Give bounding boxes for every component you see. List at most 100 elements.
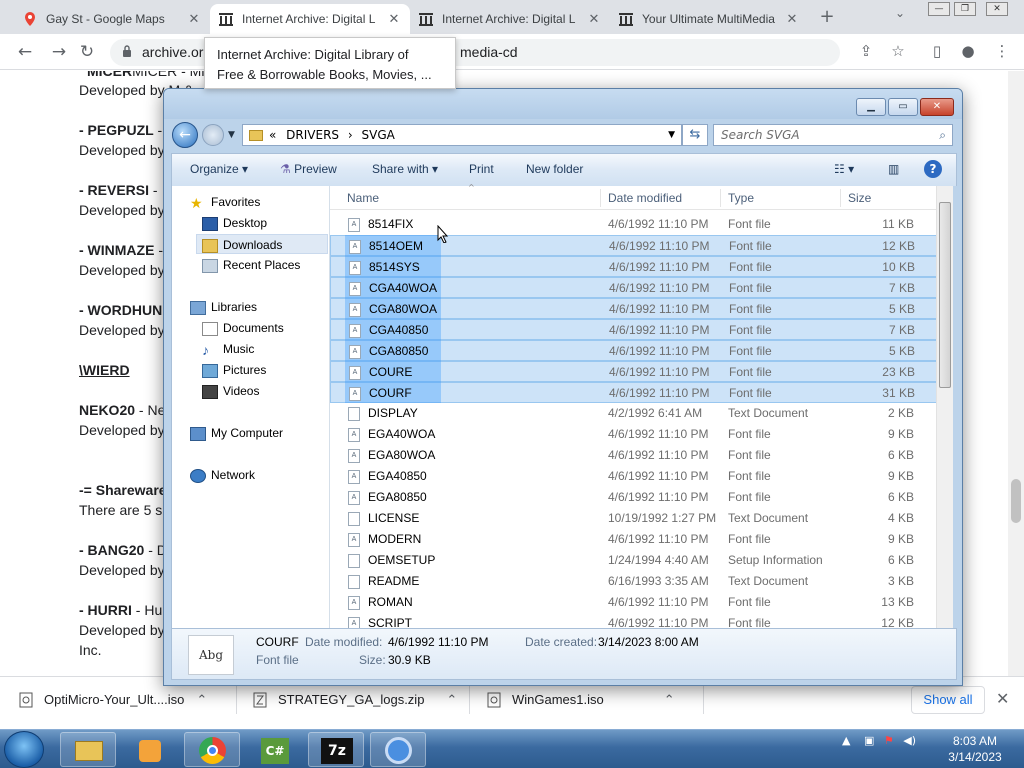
explorer-caption-bar[interactable]: ▁ ▭ ✕: [164, 89, 962, 119]
nav-recent-places[interactable]: Recent Places: [202, 255, 300, 275]
volume-icon[interactable]: ◀): [903, 734, 916, 747]
taskbar-chrome-2-button[interactable]: [370, 732, 426, 767]
print-button[interactable]: Print: [469, 162, 494, 176]
file-row[interactable]: A CGA80850 4/6/1992 11:10 PM Font file 5 KB: [330, 340, 938, 361]
nav-network[interactable]: Network: [190, 465, 255, 485]
tab-close-icon[interactable]: ✕: [386, 11, 402, 27]
explorer-minimize-button[interactable]: ▁: [856, 98, 886, 116]
file-row[interactable]: A EGA80WOA 4/6/1992 11:10 PM Font file 6 KB: [330, 445, 938, 466]
share-with-button[interactable]: Share with ▾: [372, 162, 438, 176]
tab-internet-archive-2[interactable]: Internet Archive: Digital L ✕: [410, 4, 610, 34]
chevron-up-icon[interactable]: ⌃: [664, 692, 675, 708]
file-row[interactable]: A COURF 4/6/1992 11:10 PM Font file 31 KB: [330, 382, 938, 403]
preview-button[interactable]: ⚗ Preview: [280, 162, 337, 176]
explorer-close-button[interactable]: ✕: [920, 98, 954, 116]
file-row[interactable]: A 8514FIX 4/6/1992 11:10 PM Font file 11 KB: [330, 214, 938, 235]
file-row[interactable]: A ROMAN 4/6/1992 11:10 PM Font file 13 KB: [330, 592, 938, 613]
tab-google-maps[interactable]: Gay St - Google Maps ✕: [14, 4, 210, 34]
file-row[interactable]: A EGA80850 4/6/1992 11:10 PM Font file 6 KB: [330, 487, 938, 508]
forward-arrow-icon[interactable]: →: [48, 42, 70, 62]
history-dropdown-icon[interactable]: ▼: [228, 130, 235, 140]
action-center-icon[interactable]: ⚑: [884, 734, 894, 747]
taskbar-chrome-button[interactable]: [184, 732, 240, 767]
preview-pane-icon[interactable]: ▥: [888, 162, 899, 176]
tab-close-icon[interactable]: ✕: [586, 11, 602, 27]
close-downloads-icon[interactable]: ✕: [996, 689, 1009, 708]
taskbar-csharp-button[interactable]: C#: [246, 732, 302, 767]
nav-videos[interactable]: Videos: [202, 381, 259, 401]
file-row[interactable]: A MODERN 4/6/1992 11:10 PM Font file 9 KB: [330, 529, 938, 550]
side-panel-icon[interactable]: ▯: [927, 42, 947, 60]
file-row[interactable]: OEMSETUP 1/24/1994 4:40 AM Setup Informati…: [330, 550, 938, 571]
tab-close-icon[interactable]: ✕: [186, 11, 202, 27]
new-folder-button[interactable]: New folder: [526, 162, 583, 176]
column-divider[interactable]: [600, 189, 601, 207]
column-header-name[interactable]: Name: [347, 191, 379, 205]
column-header-type[interactable]: Type: [728, 191, 754, 205]
nav-favorites[interactable]: ★ Favorites: [190, 192, 260, 212]
tab-multimedia[interactable]: Your Ultimate MultiMedia ✕: [610, 4, 808, 34]
file-row[interactable]: README 6/16/1993 3:35 AM Text Document 3 KB: [330, 571, 938, 592]
maximize-button[interactable]: ❐: [954, 2, 976, 16]
file-row[interactable]: A COURE 4/6/1992 11:10 PM Font file 23 KB: [330, 361, 938, 382]
organize-button[interactable]: Organize ▾: [190, 162, 248, 176]
close-window-button[interactable]: ✕: [986, 2, 1008, 16]
breadcrumb[interactable]: « DRIVERS › SVGA ▼: [242, 124, 682, 146]
page-scrollbar-thumb[interactable]: [1011, 479, 1021, 523]
nav-downloads[interactable]: Downloads: [196, 234, 328, 254]
file-row[interactable]: A 8514SYS 4/6/1992 11:10 PM Font file 10 KB: [330, 256, 938, 277]
file-row[interactable]: A CGA80WOA 4/6/1992 11:10 PM Font file 5 KB: [330, 298, 938, 319]
share-icon[interactable]: ⇪: [856, 42, 876, 60]
back-arrow-icon[interactable]: ←: [14, 42, 36, 62]
taskbar-7zip-button[interactable]: 7z: [308, 732, 364, 767]
tab-close-icon[interactable]: ✕: [784, 11, 800, 27]
file-row[interactable]: LICENSE 10/19/1992 1:27 PM Text Document 4 …: [330, 508, 938, 529]
section-heading[interactable]: \WIERD: [79, 362, 130, 378]
file-row[interactable]: A CGA40WOA 4/6/1992 11:10 PM Font file 7 KB: [330, 277, 938, 298]
explorer-forward-button[interactable]: [202, 124, 224, 146]
nav-libraries[interactable]: Libraries: [190, 297, 257, 317]
tab-internet-archive-1[interactable]: Internet Archive: Digital L ✕: [210, 4, 410, 34]
nav-documents[interactable]: Documents: [202, 318, 284, 338]
page-scrollbar[interactable]: [1008, 71, 1024, 676]
column-divider[interactable]: [720, 189, 721, 207]
breadcrumb-svga[interactable]: SVGA: [362, 128, 395, 142]
nav-my-computer[interactable]: My Computer: [190, 423, 283, 443]
profile-avatar-icon[interactable]: ●: [958, 42, 978, 60]
new-tab-button[interactable]: +: [815, 6, 839, 28]
file-row[interactable]: A CGA40850 4/6/1992 11:10 PM Font file 7 KB: [330, 319, 938, 340]
help-icon[interactable]: ?: [924, 160, 942, 178]
column-divider[interactable]: [840, 189, 841, 207]
chevron-up-icon[interactable]: ⌃: [446, 692, 457, 708]
explorer-back-button[interactable]: ←: [172, 122, 198, 148]
network-tray-icon[interactable]: ▣: [864, 734, 874, 747]
breadcrumb-dropdown-icon[interactable]: ▼: [668, 125, 675, 145]
show-hidden-icons-icon[interactable]: ▲: [842, 734, 850, 747]
file-row[interactable]: A EGA40WOA 4/6/1992 11:10 PM Font file 9 KB: [330, 424, 938, 445]
nav-desktop[interactable]: Desktop: [202, 213, 267, 233]
bookmark-star-icon[interactable]: ☆: [888, 42, 908, 60]
taskbar-media-player-button[interactable]: [122, 732, 178, 767]
reload-icon[interactable]: ↻: [76, 42, 98, 62]
start-button[interactable]: [4, 731, 44, 768]
taskbar-explorer-button[interactable]: [60, 732, 116, 767]
chevron-up-icon[interactable]: ⌃: [196, 692, 207, 708]
breadcrumb-drivers[interactable]: DRIVERS: [286, 128, 339, 142]
nav-music[interactable]: ♪ Music: [202, 339, 254, 359]
explorer-search-input[interactable]: Search SVGA ⌕: [713, 124, 953, 146]
refresh-icon[interactable]: ⇆: [682, 124, 708, 146]
tab-search-chevron-icon[interactable]: ⌄: [895, 6, 905, 20]
show-all-button[interactable]: Show all: [911, 686, 985, 714]
column-header-date[interactable]: Date modified: [608, 191, 682, 205]
chrome-menu-icon[interactable]: ⋮: [992, 42, 1012, 60]
change-view-icon[interactable]: ☷ ▾: [834, 162, 854, 176]
nav-pictures[interactable]: Pictures: [202, 360, 266, 380]
column-header-size[interactable]: Size: [848, 191, 871, 205]
minimize-button[interactable]: —: [928, 2, 950, 16]
taskbar-clock[interactable]: 8:03 AM 3/14/2023: [945, 733, 1005, 765]
file-row[interactable]: DISPLAY 4/2/1992 6:41 AM Text Document 2 KB: [330, 403, 938, 424]
file-list-scrollbar[interactable]: [936, 186, 953, 628]
file-list-scrollbar-thumb[interactable]: [939, 202, 951, 388]
explorer-maximize-button[interactable]: ▭: [888, 98, 918, 116]
file-row[interactable]: A EGA40850 4/6/1992 11:10 PM Font file 9 KB: [330, 466, 938, 487]
